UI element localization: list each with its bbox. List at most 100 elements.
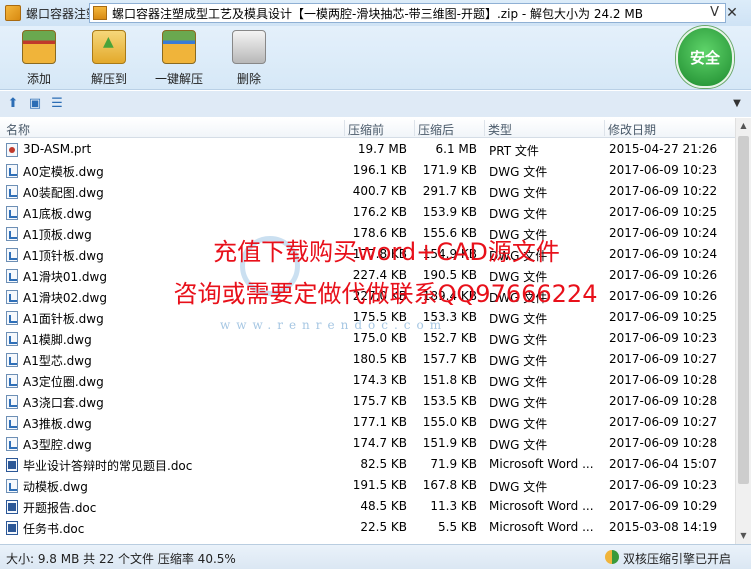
one-click-extract-icon [162, 30, 196, 64]
file-size: 176.2 KB [352, 205, 407, 219]
file-row[interactable]: A1模脚.dwg 175.0 KB 152.7 KB DWG 文件 2017-06-09… [0, 328, 735, 349]
file-type: DWG 文件 [489, 333, 548, 347]
file-modified-date: 2015-04-27 21:26 [609, 142, 718, 156]
file-size: 227.4 KB [352, 268, 407, 282]
dwg-file-icon [6, 353, 18, 367]
file-size: 177.1 KB [352, 415, 407, 429]
file-row[interactable]: A0定模板.dwg 196.1 KB 171.9 KB DWG 文件 2017-06-0… [0, 160, 735, 181]
file-modified-date: 2017-06-09 10:23 [609, 478, 718, 492]
file-size: 22.5 KB [360, 520, 407, 534]
scroll-up-icon[interactable]: ▲ [736, 118, 751, 134]
dual-core-icon [605, 550, 619, 564]
file-type: DWG 文件 [489, 165, 548, 179]
dwg-file-icon [6, 311, 18, 325]
file-row[interactable]: A0装配图.dwg 400.7 KB 291.7 KB DWG 文件 2017-06-0… [0, 181, 735, 202]
file-name: 3D-ASM.prt [23, 142, 92, 156]
file-size: 191.5 KB [352, 478, 407, 492]
status-bar: 大小: 9.8 MB 共 22 个文件 压缩率 40.5% 双核压缩引擎已开启 [0, 544, 751, 569]
column-compressed[interactable]: 压缩后 [418, 121, 454, 138]
file-row[interactable]: A1面针板.dwg 175.5 KB 153.3 KB DWG 文件 2017-06-0… [0, 307, 735, 328]
scroll-thumb[interactable] [738, 136, 749, 484]
file-compressed-size: 155.0 KB [422, 415, 477, 429]
file-row[interactable]: A1型芯.dwg 180.5 KB 157.7 KB DWG 文件 2017-06-09… [0, 349, 735, 370]
file-modified-date: 2017-06-09 10:25 [609, 310, 718, 324]
dwg-file-icon [6, 332, 18, 346]
file-name: A3型腔.dwg [23, 438, 92, 452]
file-modified-date: 2017-06-09 10:23 [609, 331, 718, 345]
column-size[interactable]: 压缩前 [348, 121, 384, 138]
file-row[interactable]: 开题报告.doc 48.5 KB 11.3 KB Microsoft Word ...… [0, 496, 735, 517]
file-row[interactable]: 毕业设计答辩时的常见题目.doc 82.5 KB 71.9 KB Microsoft … [0, 454, 735, 475]
scroll-down-icon[interactable]: ▼ [736, 528, 751, 544]
file-compressed-size: 157.7 KB [422, 352, 477, 366]
file-size: 174.7 KB [352, 436, 407, 450]
add-button[interactable]: 添加 [4, 30, 74, 88]
file-type: DWG 文件 [489, 480, 548, 494]
extract-to-button[interactable]: 解压到 [74, 30, 144, 88]
file-compressed-size: 153.9 KB [422, 205, 477, 219]
file-row[interactable]: A3推板.dwg 177.1 KB 155.0 KB DWG 文件 2017-06-09… [0, 412, 735, 433]
file-type: DWG 文件 [489, 228, 548, 242]
file-row[interactable]: A1滑块02.dwg 227.0 KB 189.4 KB DWG 文件 2017-06-… [0, 286, 735, 307]
file-row[interactable]: 任务书.doc 22.5 KB 5.5 KB Microsoft Word ... 20… [0, 517, 735, 538]
file-row[interactable]: A1顶板.dwg 178.6 KB 155.6 KB DWG 文件 2017-06-09… [0, 223, 735, 244]
delete-label: 删除 [236, 72, 261, 86]
file-row[interactable]: A3定位圈.dwg 174.3 KB 151.8 KB DWG 文件 2017-06-0… [0, 370, 735, 391]
dwg-file-icon [6, 416, 18, 430]
file-compressed-size: 155.6 KB [422, 226, 477, 240]
file-modified-date: 2017-06-09 10:28 [609, 436, 718, 450]
file-row[interactable]: 3D-ASM.prt 19.7 MB 6.1 MB PRT 文件 2015-04-27 … [0, 139, 735, 160]
file-modified-date: 2017-06-09 10:24 [609, 247, 718, 261]
file-compressed-size: 154.9 KB [422, 247, 477, 261]
view-thumbnail-icon[interactable]: ▣ [26, 95, 44, 113]
file-size: 48.5 KB [360, 499, 407, 513]
extract-to-label: 解压到 [90, 72, 127, 86]
chevron-down-icon[interactable]: ▼ [729, 96, 745, 112]
prt-file-icon [6, 143, 18, 157]
file-modified-date: 2017-06-09 10:27 [609, 415, 718, 429]
file-row[interactable]: A3型腔.dwg 174.7 KB 151.9 KB DWG 文件 2017-06-09… [0, 433, 735, 454]
column-modified[interactable]: 修改日期 [608, 121, 656, 138]
file-name: A1底板.dwg [23, 207, 92, 221]
file-size: 400.7 KB [352, 184, 407, 198]
dwg-file-icon [6, 269, 18, 283]
archive-path-field[interactable]: 螺口容器注塑成型工艺及模具设计【一模两腔-滑块抽芯-带三维图-开题】.zip -… [89, 3, 726, 23]
file-type: DWG 文件 [489, 207, 548, 221]
delete-button[interactable]: 删除 [214, 30, 284, 88]
trash-icon [232, 30, 266, 64]
file-size: 19.7 MB [357, 142, 407, 156]
file-name: 毕业设计答辩时的常见题目.doc [23, 459, 193, 473]
file-compressed-size: 152.7 KB [422, 331, 477, 345]
file-compressed-size: 6.1 MB [435, 142, 477, 156]
column-name[interactable]: 名称 [6, 121, 30, 138]
file-row[interactable]: A3浇口套.dwg 175.7 KB 153.5 KB DWG 文件 2017-06-0… [0, 391, 735, 412]
add-archive-icon [22, 30, 56, 64]
archive-path: 螺口容器注塑成型工艺及模具设计【一模两腔-滑块抽芯-带三维图-开题】.zip -… [112, 6, 643, 21]
file-compressed-size: 151.9 KB [422, 436, 477, 450]
file-size: 175.0 KB [352, 331, 407, 345]
vertical-scrollbar[interactable]: ▲ ▼ [735, 118, 751, 544]
file-name: A3推板.dwg [23, 417, 92, 431]
file-size: 174.3 KB [352, 373, 407, 387]
path-history-dropdown[interactable]: V [710, 5, 719, 20]
file-row[interactable]: 动模板.dwg 191.5 KB 167.8 KB DWG 文件 2017-06-09 … [0, 475, 735, 496]
zip-icon [93, 6, 107, 20]
file-type: DWG 文件 [489, 312, 548, 326]
file-compressed-size: 151.8 KB [422, 373, 477, 387]
file-name: A1模脚.dwg [23, 333, 92, 347]
file-modified-date: 2017-06-09 10:26 [609, 289, 718, 303]
security-shield[interactable]: 安全 [676, 26, 734, 90]
file-compressed-size: 153.3 KB [422, 310, 477, 324]
one-click-extract-button[interactable]: 一键解压 [144, 30, 214, 88]
column-header: 名称 压缩前 压缩后 类型 修改日期 [0, 118, 735, 138]
file-row[interactable]: A1滑块01.dwg 227.4 KB 190.5 KB DWG 文件 2017-06-… [0, 265, 735, 286]
column-type[interactable]: 类型 [488, 121, 512, 138]
file-row[interactable]: A1底板.dwg 176.2 KB 153.9 KB DWG 文件 2017-06-09… [0, 202, 735, 223]
file-compressed-size: 171.9 KB [422, 163, 477, 177]
file-modified-date: 2017-06-09 10:27 [609, 352, 718, 366]
up-arrow-icon[interactable]: ⬆ [4, 95, 22, 113]
file-name: A1顶针板.dwg [23, 249, 104, 263]
file-row[interactable]: A1顶针板.dwg 177.8 KB 154.9 KB DWG 文件 2017-06-0… [0, 244, 735, 265]
dwg-file-icon [6, 227, 18, 241]
view-list-icon[interactable]: ☰ [48, 95, 66, 113]
